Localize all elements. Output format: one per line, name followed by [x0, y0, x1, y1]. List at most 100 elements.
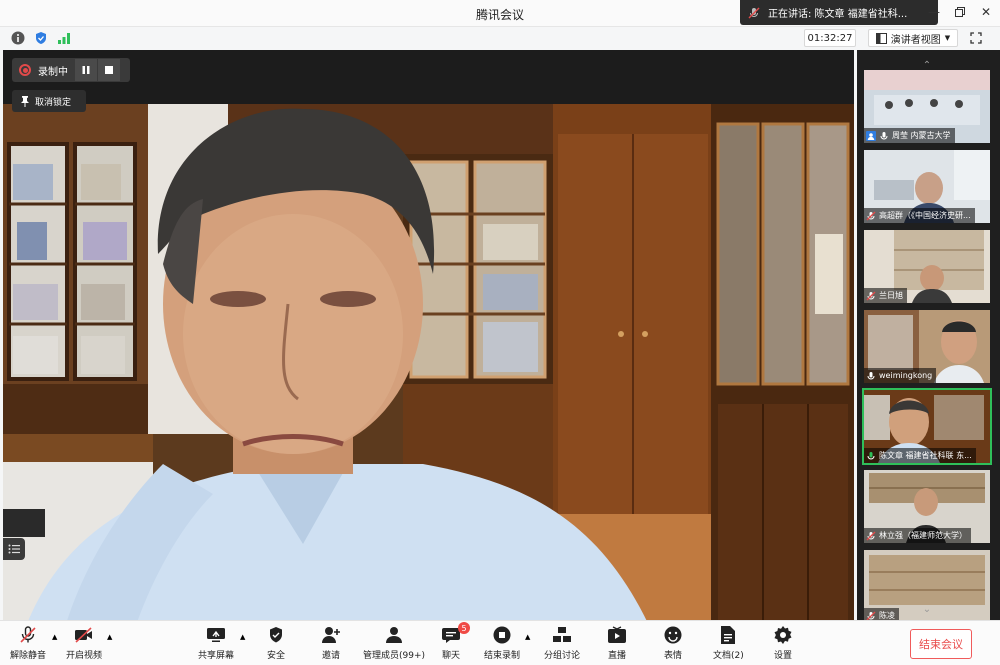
- participant-tile-active[interactable]: 陈文章 福建省社科联 东...: [862, 388, 992, 465]
- speaker-view-dropdown[interactable]: 演讲者视图 ▼: [868, 29, 958, 47]
- recording-label: 录制中: [38, 66, 68, 78]
- manage-members-label: 管理成员(99+): [363, 651, 426, 661]
- settings-button[interactable]: 设置: [772, 624, 794, 661]
- stop-record-icon: [493, 626, 511, 644]
- main-video-area: 录制中 取消锁定: [3, 50, 854, 634]
- pin-icon: [21, 96, 29, 107]
- shield-icon[interactable]: [33, 30, 48, 45]
- signal-icon[interactable]: [56, 30, 71, 45]
- add-user-icon: [322, 627, 340, 643]
- close-icon[interactable]: ✕: [980, 4, 992, 20]
- stop-icon: [105, 66, 113, 74]
- docs-button[interactable]: 文档(2): [713, 624, 744, 661]
- mic-muted-icon: [866, 531, 876, 540]
- end-record-label: 结束录制: [484, 651, 521, 661]
- manage-members-button[interactable]: 管理成员(99+): [363, 624, 425, 661]
- share-screen-label: 共享屏幕: [198, 651, 235, 661]
- unmute-label: 解除静音: [10, 651, 47, 661]
- info-icon[interactable]: [10, 30, 25, 45]
- speaker-video-frame: [3, 104, 854, 634]
- mic-muted-icon: [866, 211, 876, 220]
- host-icon: [866, 130, 876, 141]
- unmute-button[interactable]: 解除静音: [10, 624, 46, 661]
- live-label: 直播: [607, 651, 626, 661]
- mic-icon: [880, 131, 888, 139]
- participant-tile[interactable]: 林立强（福建师范大学）: [864, 470, 990, 543]
- members-icon: [386, 627, 403, 643]
- participant-tile[interactable]: 高超群（《中国经济史研...: [864, 150, 990, 223]
- record-icon: [19, 64, 31, 76]
- reactions-button[interactable]: 表情: [662, 624, 684, 661]
- participant-tile[interactable]: weimingkong: [864, 310, 990, 383]
- invite-button[interactable]: 邀请: [320, 624, 342, 661]
- stop-recording-button[interactable]: [98, 59, 120, 81]
- gear-icon: [774, 626, 792, 644]
- meeting-timer: 01:32:27: [804, 29, 856, 47]
- record-options-caret[interactable]: ▲: [525, 633, 530, 641]
- participant-name: weimingkong: [879, 371, 933, 380]
- mic-muted-icon: [866, 291, 876, 300]
- participant-sidebar: ⌃ 周莹 内蒙古大学 高超群（《中国经济史研... 兰日旭 weimingkon…: [857, 50, 1000, 623]
- emoji-icon: [664, 626, 682, 644]
- pause-icon: [82, 66, 90, 74]
- speaking-indicator: 正在讲话: 陈文章 福建省社科...: [740, 0, 938, 25]
- chat-button[interactable]: 5 聊天: [440, 622, 470, 661]
- participant-tile[interactable]: 周莹 内蒙古大学: [864, 70, 990, 143]
- start-video-button[interactable]: 开启视频: [66, 624, 102, 661]
- video-options-caret[interactable]: ▲: [107, 633, 112, 641]
- recording-bar: 录制中: [12, 58, 130, 82]
- fullscreen-icon[interactable]: [968, 30, 984, 46]
- share-screen-button[interactable]: 共享屏幕: [198, 624, 234, 661]
- settings-label: 设置: [773, 651, 792, 661]
- share-options-caret[interactable]: ▲: [240, 633, 245, 641]
- end-meeting-button[interactable]: 结束会议: [910, 629, 972, 659]
- minimize-icon[interactable]: —: [928, 4, 940, 20]
- mic-muted-icon: [748, 7, 760, 18]
- invite-label: 邀请: [321, 651, 340, 661]
- mic-muted-icon: [866, 611, 876, 620]
- breakout-button[interactable]: 分组讨论: [544, 624, 580, 661]
- unpin-label: 取消锁定: [35, 97, 72, 108]
- chevron-down-icon: ▼: [944, 34, 951, 42]
- participant-name-tag: 周莹 内蒙古大学: [864, 128, 955, 143]
- participant-name-tag: 高超群（《中国经济史研...: [864, 208, 975, 223]
- start-video-label: 开启视频: [66, 651, 103, 661]
- view-label: 演讲者视图: [890, 34, 941, 46]
- shield-icon: [270, 627, 282, 643]
- audio-options-caret[interactable]: ▲: [52, 633, 57, 641]
- mic-speaking-icon: [867, 451, 875, 459]
- chat-label: 聊天: [441, 651, 460, 661]
- speaking-text: 正在讲话: 陈文章 福建省社科...: [768, 9, 908, 20]
- live-button[interactable]: 直播: [606, 624, 628, 661]
- bottom-toolbar: 解除静音 ▲ 开启视频 ▲ 共享屏幕 ▲ 安全 邀请 管理成员(99+) 5 聊…: [0, 620, 1000, 665]
- participant-name-tag: 林立强（福建师范大学）: [864, 528, 971, 543]
- list-icon: [8, 544, 20, 554]
- security-label: 安全: [266, 651, 285, 661]
- meeting-window: 腾讯会议 正在讲话: 陈文章 福建省社科... — ✕ 01:32:27 演讲者…: [0, 0, 1000, 665]
- camera-off-icon: [75, 627, 92, 643]
- end-record-button[interactable]: 结束录制: [484, 624, 520, 661]
- participant-name-tag: 陈文章 福建省社科联 东...: [864, 448, 976, 463]
- unpin-button[interactable]: 取消锁定: [12, 90, 86, 112]
- participant-name: 兰日旭: [879, 291, 903, 300]
- info-bar: 01:32:27 演讲者视图 ▼: [0, 27, 1000, 50]
- breakout-icon: [553, 627, 571, 642]
- participant-tile[interactable]: 兰日旭: [864, 230, 990, 303]
- scroll-down-icon[interactable]: ⌄: [919, 603, 935, 615]
- participant-name: 林立强（福建师范大学）: [879, 531, 967, 540]
- participant-name-tag: weimingkong: [864, 368, 937, 383]
- document-icon: [721, 626, 736, 644]
- share-screen-icon: [207, 628, 225, 642]
- live-icon: [608, 626, 626, 643]
- breakout-label: 分组讨论: [544, 651, 581, 661]
- pause-recording-button[interactable]: [75, 59, 97, 81]
- participant-name: 高超群（《中国经济史研...: [879, 211, 971, 220]
- participant-name: 周莹 内蒙古大学: [892, 131, 951, 140]
- member-list-toggle[interactable]: [3, 538, 25, 560]
- speaker-video[interactable]: [3, 104, 854, 634]
- participant-name: 陈文章 福建省社科联 东...: [879, 451, 972, 460]
- security-button[interactable]: 安全: [265, 624, 287, 661]
- restore-icon[interactable]: [954, 4, 966, 20]
- title-bar: 腾讯会议 正在讲话: 陈文章 福建省社科... — ✕: [0, 0, 1000, 27]
- mic-icon: [867, 371, 875, 379]
